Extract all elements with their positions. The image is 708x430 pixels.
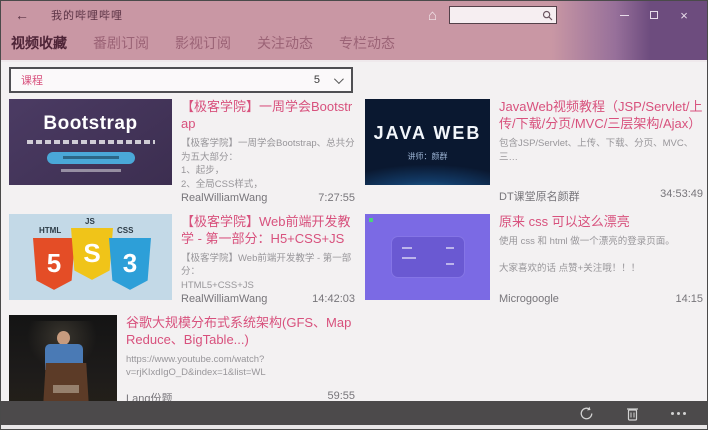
thumbnail-decoration (27, 140, 155, 144)
thumbnail-decoration (369, 218, 373, 222)
thumbnail-decoration (61, 169, 121, 172)
refresh-button[interactable] (563, 401, 609, 425)
js-shield-icon: S (71, 228, 113, 280)
video-uploader: Microgoogle (499, 293, 559, 305)
app-window: ← 我的哔哩哔哩 ⌂ × 视频收藏 番剧订阅 影视订阅 (0, 0, 708, 430)
tab-article-feed[interactable]: 专栏动态 (339, 33, 395, 53)
maximize-icon (650, 11, 658, 19)
video-title[interactable]: JavaWeb视频教程（JSP/Servlet/上传/下载/分页/MVC/三层架… (499, 99, 703, 133)
folder-dropdown[interactable]: 课程 5 (9, 67, 353, 93)
video-duration: 14:15 (675, 293, 703, 305)
search-icon[interactable] (542, 10, 553, 21)
video-card[interactable]: Bootstrap 【极客学院】一周学会Bootstrap 【极客学院】一周学会… (9, 99, 355, 206)
video-description: https://www.youtube.com/watch? v=rjKIxdI… (126, 353, 355, 381)
search-input[interactable] (450, 8, 542, 22)
video-duration: 14:42:03 (312, 293, 355, 305)
podium-graphic (43, 363, 89, 401)
video-uploader: DT课堂原名颜群 (499, 188, 580, 204)
tab-video-favorites[interactable]: 视频收藏 (11, 33, 67, 53)
refresh-icon (579, 406, 594, 421)
video-description: 【极客学院】一周学会Bootstrap、总共分为五大部分： 1、起步， 2、全局… (181, 137, 355, 192)
video-duration: 34:53:49 (660, 188, 703, 204)
chevron-down-icon (334, 74, 344, 84)
video-thumbnail[interactable] (9, 315, 117, 401)
thumbnail-label-html: HTML (39, 226, 61, 235)
thumbnail-text: Bootstrap (43, 113, 137, 135)
video-title[interactable]: 【极客学院】一周学会Bootstrap (181, 99, 355, 133)
trash-icon (626, 406, 639, 421)
folder-item-count: 5 (314, 74, 320, 86)
video-card[interactable]: 原来 css 可以这么漂亮 使用 css 和 html 做一个漂亮的登录页面。 … (365, 214, 703, 307)
tab-film-subscriptions[interactable]: 影视订阅 (175, 33, 231, 53)
tab-bangumi-subscriptions[interactable]: 番剧订阅 (93, 33, 149, 53)
thumbnail-subtext: 讲师：颜群 (408, 151, 448, 162)
folder-dropdown-label: 课程 (21, 72, 43, 88)
css3-shield-icon: 3 (109, 238, 151, 290)
html5-shield-icon: 5 (33, 238, 75, 290)
search-box[interactable] (449, 6, 557, 24)
maximize-button[interactable] (639, 4, 669, 26)
login-card-graphic (392, 237, 464, 277)
video-title[interactable]: 【极客学院】Web前端开发教学 - 第一部分：H5+CSS+JS (181, 214, 355, 248)
ellipsis-icon (671, 412, 686, 415)
video-uploader: RealWilliamWang (181, 293, 267, 305)
video-description: 【极客学院】Web前端开发教学 - 第一部分： HTML5+CSS+JS (181, 252, 355, 293)
video-card[interactable]: HTML JS CSS 5 S 3 【极客学院】Web前端开发教学 - 第一部分… (9, 214, 355, 307)
video-card[interactable]: JAVA WEB 讲师：颜群 JavaWeb视频教程（JSP/Servlet/上… (365, 99, 703, 206)
tab-following-feed[interactable]: 关注动态 (257, 33, 313, 53)
thumbnail-label-js: JS (85, 217, 95, 226)
thumbnail-decoration (53, 385, 79, 393)
thumbnail-button-shape (47, 152, 135, 164)
command-bar (1, 401, 707, 425)
video-duration: 59:55 (327, 390, 355, 401)
window-bottom-strip (1, 425, 707, 429)
delete-button[interactable] (609, 401, 655, 425)
thumbnail-text: JAVA WEB (374, 123, 482, 144)
video-thumbnail[interactable]: JAVA WEB 讲师：颜群 (365, 99, 490, 185)
video-thumbnail[interactable] (365, 214, 490, 300)
video-thumbnail[interactable]: Bootstrap (9, 99, 172, 185)
video-card[interactable]: 谷歌大规模分布式系统架构(GFS、MapReduce、BigTable...) … (9, 315, 355, 401)
thumbnail-label-css: CSS (117, 226, 133, 235)
video-title[interactable]: 原来 css 可以这么漂亮 (499, 214, 703, 231)
video-uploader: Lang份题 (126, 390, 172, 401)
content-area: 课程 5 Bootstrap 【极客学院】一周学会Bootstrap 【极客学院… (1, 62, 707, 401)
video-description: 包含JSP/Servlet、上传、下载、分页、MVC、三… (499, 137, 703, 165)
video-duration: 7:27:55 (318, 192, 355, 204)
back-icon[interactable]: ← (15, 7, 29, 23)
video-description: 使用 css 和 html 做一个漂亮的登录页面。 大家喜欢的话 点赞+关注哦！… (499, 235, 703, 276)
speaker-graphic (57, 331, 70, 345)
minimize-button[interactable] (609, 4, 639, 26)
close-button[interactable]: × (669, 4, 699, 26)
nav-tabs: 视频收藏 番剧订阅 影视订阅 关注动态 专栏动态 (1, 29, 707, 62)
window-title: 我的哔哩哔哩 (51, 7, 123, 23)
home-icon[interactable]: ⌂ (428, 8, 437, 23)
video-uploader: RealWilliamWang (181, 192, 267, 204)
video-grid: Bootstrap 【极客学院】一周学会Bootstrap 【极客学院】一周学会… (9, 99, 703, 401)
video-title[interactable]: 谷歌大规模分布式系统架构(GFS、MapReduce、BigTable...) (126, 315, 355, 349)
video-thumbnail[interactable]: HTML JS CSS 5 S 3 (9, 214, 172, 300)
header: ← 我的哔哩哔哩 ⌂ × 视频收藏 番剧订阅 影视订阅 (1, 1, 707, 62)
more-button[interactable] (655, 401, 701, 425)
minimize-icon (620, 15, 629, 16)
titlebar: ← 我的哔哩哔哩 ⌂ × (1, 1, 707, 29)
